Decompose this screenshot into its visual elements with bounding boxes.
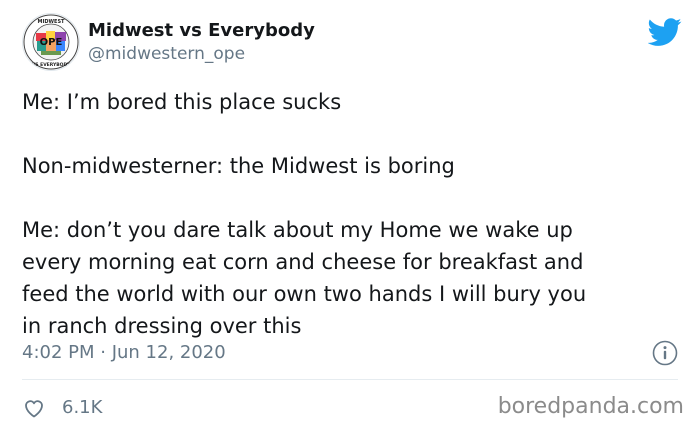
divider — [22, 379, 678, 380]
author-names: Midwest vs Everybody @midwestern_ope — [88, 20, 315, 65]
timestamp[interactable]: 4:02 PM · Jun 12, 2020 — [22, 342, 226, 363]
tweet-paragraph: Me: don’t you dare talk about my Home we… — [22, 218, 587, 338]
tweet-meta: 4:02 PM · Jun 12, 2020 — [22, 340, 678, 368]
avatar-ring-bottom: VS EVERYBODY — [32, 62, 71, 68]
tweet-text: Me: I’m bored this place sucks Non-midwe… — [22, 86, 682, 342]
avatar[interactable]: OPE MIDWEST VS EVERYBODY — [22, 13, 80, 71]
display-name[interactable]: Midwest vs Everybody — [88, 20, 315, 42]
avatar-text: OPE — [40, 37, 63, 48]
avatar-ring-top: MIDWEST — [38, 19, 66, 25]
heart-icon[interactable] — [22, 396, 46, 420]
tweet-card: OPE MIDWEST VS EVERYBODY Midwest vs Ever… — [0, 0, 700, 433]
tweet-paragraph: Me: I’m bored this place sucks — [22, 90, 342, 114]
info-icon[interactable] — [652, 340, 678, 366]
twitter-bird-icon[interactable] — [648, 15, 682, 49]
tweet-header: OPE MIDWEST VS EVERYBODY Midwest vs Ever… — [22, 13, 682, 71]
watermark: boredpanda.com — [497, 394, 684, 419]
user-handle[interactable]: @midwestern_ope — [88, 43, 315, 65]
avatar-logo-icon: OPE MIDWEST VS EVERYBODY — [23, 14, 79, 70]
like-count: 6.1K — [62, 397, 103, 418]
tweet-paragraph: Non-midwesterner: the Midwest is boring — [22, 154, 455, 178]
